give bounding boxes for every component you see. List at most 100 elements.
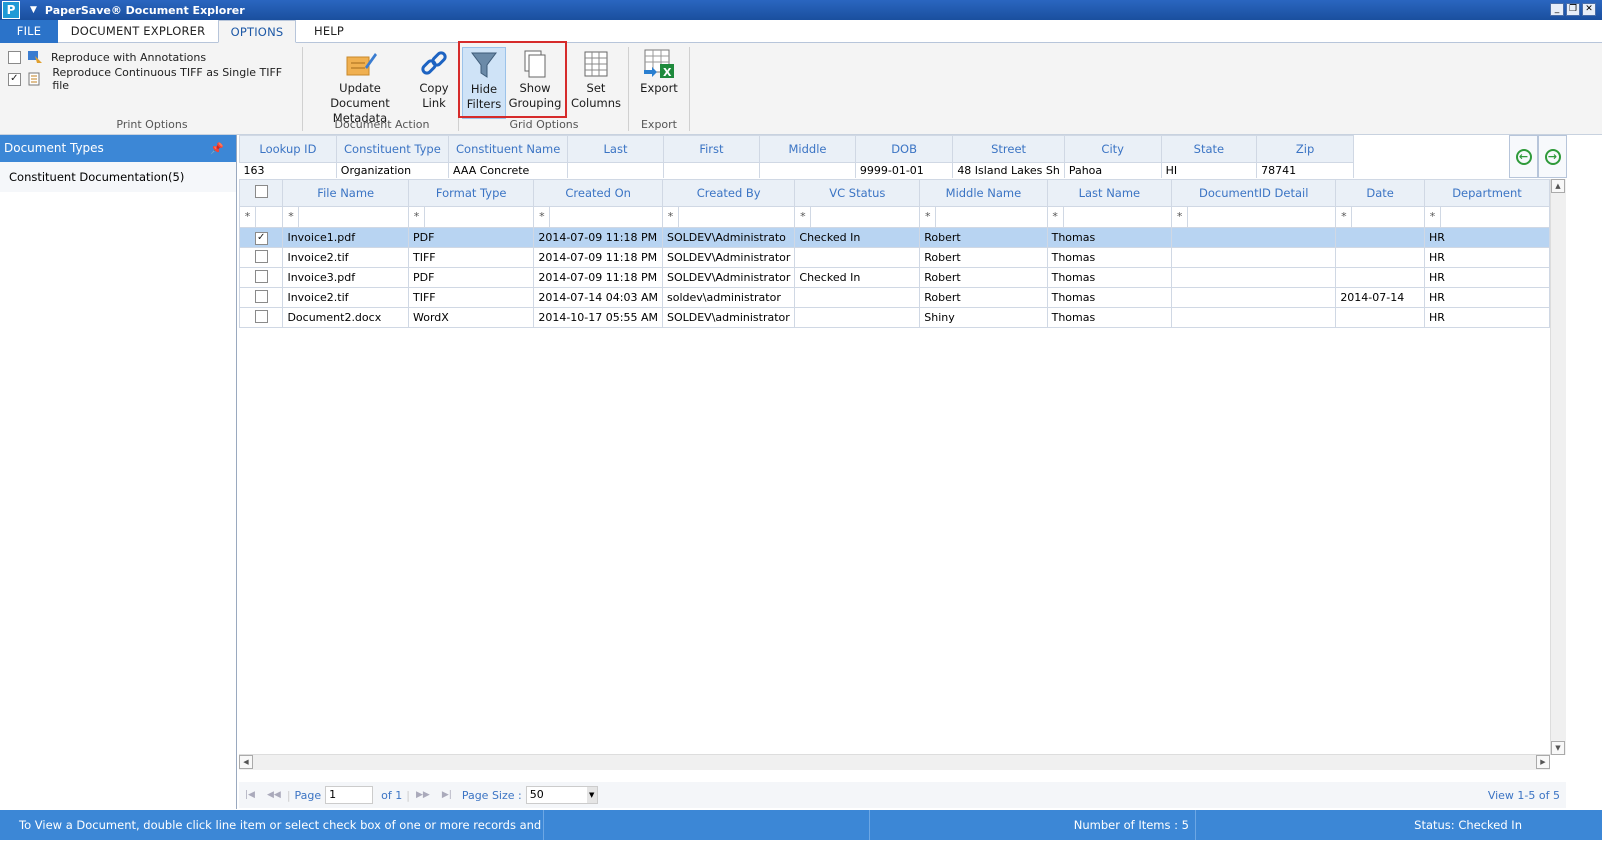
documents-grid: File Name Format Type Created On Created… xyxy=(239,179,1550,755)
previous-record-button[interactable]: ← xyxy=(1509,135,1538,178)
column-header-file-name[interactable]: File Name xyxy=(282,179,409,207)
table-row[interactable]: Document2.docx WordX 2014-10-17 05:55 AM… xyxy=(239,307,1550,328)
filter-cell-created-by[interactable]: * xyxy=(661,206,796,228)
filter-cell-middle-name[interactable]: * xyxy=(919,206,1048,228)
table-row[interactable]: Invoice3.pdf PDF 2014-07-09 11:18 PM SOL… xyxy=(239,267,1550,288)
select-all-header[interactable] xyxy=(239,179,284,207)
select-all-checkbox[interactable] xyxy=(254,185,268,198)
copy-link-line2: Link xyxy=(422,96,446,110)
chevron-down-icon[interactable]: ▼ xyxy=(586,787,597,803)
filter-star: * xyxy=(535,207,551,227)
export-label-text: Export xyxy=(640,81,678,95)
set-columns-button[interactable]: Set Columns xyxy=(568,47,624,111)
cell-vc-status: Checked In xyxy=(794,267,921,288)
lookup-header-dob: DOB xyxy=(854,135,954,163)
reproduce-tiff-label: Reproduce Continuous TIFF as Single TIFF… xyxy=(52,66,283,92)
tab-file[interactable]: FILE xyxy=(0,20,58,43)
table-row[interactable]: ✓ Invoice1.pdf PDF 2014-07-09 11:18 PM S… xyxy=(239,227,1550,248)
table-row[interactable]: Invoice2.tif TIFF 2014-07-14 04:03 AM so… xyxy=(239,287,1550,308)
previous-page-icon[interactable]: ◀◀ xyxy=(267,790,281,800)
reproduce-annotations-option[interactable]: Reproduce with Annotations xyxy=(8,47,296,67)
document-action-group: Update Document Metadata Copy Link Docum… xyxy=(306,43,458,135)
minimize-button[interactable]: _ xyxy=(1550,3,1564,16)
restore-button[interactable]: ❐ xyxy=(1566,3,1580,16)
status-hint: To View a Document, double click line it… xyxy=(0,810,544,840)
filter-star: * xyxy=(409,207,425,227)
cell-last-name: Thomas xyxy=(1046,227,1173,248)
tiff-document-icon xyxy=(28,72,40,86)
copy-link-button[interactable]: Copy Link xyxy=(412,47,456,111)
row-checkbox[interactable] xyxy=(254,249,268,263)
row-checkbox[interactable] xyxy=(254,269,268,283)
row-select-cell[interactable]: ✓ xyxy=(239,227,284,248)
cell-department: HR xyxy=(1423,267,1550,288)
next-page-icon[interactable]: ▶▶ xyxy=(416,790,430,800)
update-document-metadata-button[interactable]: Update Document Metadata xyxy=(310,47,410,126)
scroll-down-icon[interactable]: ▼ xyxy=(1551,741,1565,755)
cell-middle-name: Robert xyxy=(919,247,1048,268)
tab-help[interactable]: HELP xyxy=(296,20,362,43)
row-checkbox[interactable] xyxy=(254,309,268,323)
ribbon-separator xyxy=(458,47,459,131)
row-select-cell[interactable] xyxy=(239,287,284,308)
lookup-header-state: State xyxy=(1160,135,1258,163)
cell-department: HR xyxy=(1423,287,1550,308)
sidebar-item-constituent-documentation[interactable]: Constituent Documentation(5) xyxy=(0,162,236,192)
filter-cell-file-name[interactable]: * xyxy=(282,206,409,228)
row-select-cell[interactable] xyxy=(239,267,284,288)
row-select-cell[interactable] xyxy=(239,307,284,328)
cell-created-by: SOLDEV\Administrato xyxy=(661,227,796,248)
scroll-left-icon[interactable]: ◀ xyxy=(239,755,253,769)
column-header-date[interactable]: Date xyxy=(1335,179,1425,207)
first-page-icon[interactable]: |◀ xyxy=(245,790,255,800)
last-page-icon[interactable]: ▶| xyxy=(442,790,452,800)
pin-icon[interactable]: 📌 xyxy=(210,135,224,162)
filter-cell-date[interactable]: * xyxy=(1335,206,1425,228)
row-checkbox[interactable] xyxy=(254,289,268,303)
cell-date xyxy=(1335,307,1425,328)
tab-options[interactable]: OPTIONS xyxy=(218,20,296,43)
export-button[interactable]: X Export xyxy=(636,47,682,96)
column-header-format-type[interactable]: Format Type xyxy=(407,179,535,207)
cell-department: HR xyxy=(1423,227,1550,248)
column-header-vc-status[interactable]: VC Status xyxy=(794,179,921,207)
reproduce-tiff-checkbox[interactable]: ✓ xyxy=(8,72,21,86)
page-count-label: of 1 xyxy=(381,788,403,802)
column-header-documentid-detail[interactable]: DocumentID Detail xyxy=(1171,179,1337,207)
tab-document-explorer[interactable]: DOCUMENT EXPLORER xyxy=(58,20,218,43)
scroll-right-icon[interactable]: ▶ xyxy=(1536,755,1550,769)
cell-created-on: 2014-07-14 04:03 AM xyxy=(533,287,663,308)
filter-cell-created-on[interactable]: * xyxy=(533,206,663,228)
cell-date xyxy=(1335,227,1425,248)
reproduce-annotations-checkbox[interactable] xyxy=(8,50,21,64)
lookup-header-constituent-type: Constituent Type xyxy=(335,135,450,163)
row-select-cell[interactable] xyxy=(239,247,284,268)
table-row[interactable]: Invoice2.tif TIFF 2014-07-09 11:18 PM SO… xyxy=(239,247,1550,268)
show-grouping-button[interactable]: Show Grouping xyxy=(508,47,562,111)
row-checkbox[interactable]: ✓ xyxy=(254,231,268,245)
app-title: PaperSave® Document Explorer xyxy=(44,3,245,17)
filter-cell-vc-status[interactable]: * xyxy=(794,206,921,228)
hide-filters-button[interactable]: Hide Filters xyxy=(462,47,506,119)
lookup-value: 48 Island Lakes Sh xyxy=(952,162,1065,178)
filter-cell-documentid-detail[interactable]: * xyxy=(1171,206,1337,228)
page-size-select[interactable]: 50 ▼ xyxy=(525,786,598,804)
column-header-department[interactable]: Department xyxy=(1423,179,1550,207)
column-header-created-on[interactable]: Created On xyxy=(533,179,663,207)
vertical-scrollbar[interactable]: ▲ ▼ xyxy=(1550,179,1566,755)
cell-created-by: SOLDEV\administrator xyxy=(661,307,796,328)
column-header-last-name[interactable]: Last Name xyxy=(1046,179,1173,207)
page-number-input[interactable]: 1 xyxy=(325,786,374,804)
close-button[interactable]: ✕ xyxy=(1582,3,1596,16)
reproduce-tiff-option[interactable]: ✓ Reproduce Continuous TIFF as Single TI… xyxy=(8,66,296,92)
next-record-button[interactable]: → xyxy=(1538,135,1567,178)
column-header-middle-name[interactable]: Middle Name xyxy=(919,179,1048,207)
column-header-created-by[interactable]: Created By xyxy=(661,179,796,207)
filter-cell-last-name[interactable]: * xyxy=(1046,206,1173,228)
quick-access-dropdown-icon[interactable]: ▼ xyxy=(30,5,37,15)
horizontal-scrollbar[interactable]: ◀ ▶ xyxy=(239,754,1550,770)
filter-cell-format-type[interactable]: * xyxy=(407,206,535,228)
scroll-up-icon[interactable]: ▲ xyxy=(1551,179,1565,193)
lookup-header-city: City xyxy=(1063,135,1162,163)
filter-cell-department[interactable]: * xyxy=(1423,206,1550,228)
